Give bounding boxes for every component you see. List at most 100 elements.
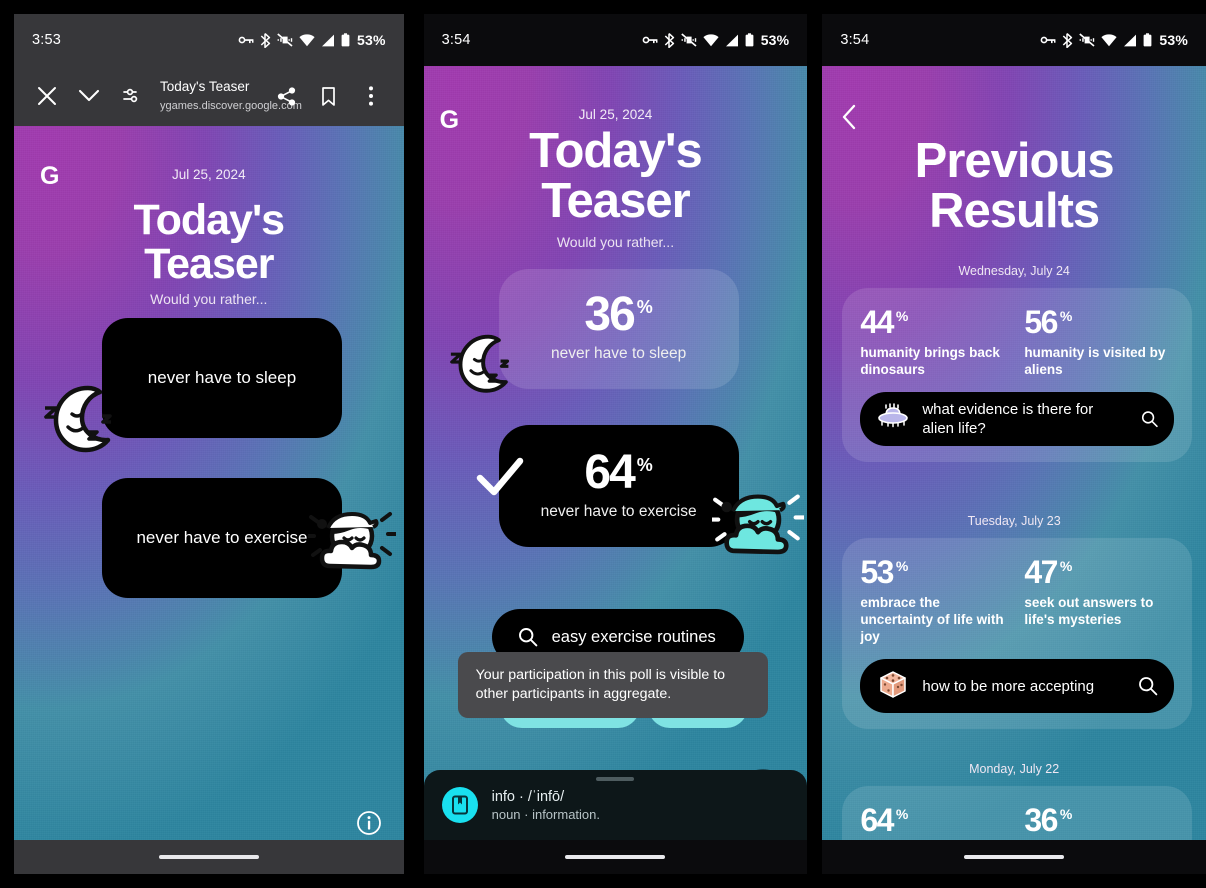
gesture-nav-bar-2 (423, 840, 808, 874)
ringer-vibrate-off-icon (1079, 33, 1095, 47)
bluetooth-icon (664, 32, 674, 48)
dictionary-bottom-sheet[interactable]: info · /ˈinfō/ noun · information. (423, 770, 808, 840)
status-icons: 53% (642, 32, 790, 48)
status-icons: 53% (1040, 32, 1188, 48)
day-label-tue: Tuesday, July 23 (967, 514, 1061, 528)
option-left: 53% embrace the uncertainty of life with… (860, 556, 1010, 645)
search-suggestion-chip-tue[interactable]: how to be more accepting (860, 659, 1175, 713)
percent-right: 47% (1024, 554, 1073, 590)
wifi-icon (299, 33, 315, 46)
bluetooth-icon (260, 32, 271, 48)
battery-percent: 53% (760, 32, 790, 48)
percent-row: 53% embrace the uncertainty of life with… (860, 556, 1174, 645)
sleeping-moon-sticker (42, 378, 124, 461)
search-suggestion-chip-wed[interactable]: what evidence is there for alien life? (860, 392, 1175, 446)
bookmark-icon[interactable] (308, 75, 350, 117)
dictionary-definition: noun · information. (491, 806, 601, 822)
wifi-icon (1101, 33, 1117, 46)
percent-sign: % (636, 455, 653, 475)
option-left-label: embrace the uncertainty of life with joy (860, 595, 1004, 644)
result-percent: 36 (584, 288, 635, 341)
battery-icon (745, 33, 754, 47)
cell-signal-icon (1124, 34, 1137, 46)
search-chip-text: easy exercise routines (551, 627, 716, 646)
tune-page-info-icon[interactable] (110, 75, 152, 117)
vpn-key-icon (1040, 36, 1056, 44)
sheet-drag-handle[interactable] (596, 777, 635, 781)
previous-results-canvas: Previous Results Wednesday, July 24 44% h… (822, 66, 1206, 874)
chevron-down-icon[interactable] (68, 75, 110, 117)
sleeping-cloud-sun-sticker (707, 486, 807, 579)
status-bar-2: 3:54 53% (423, 14, 808, 66)
result-card-sleep[interactable]: 36 % never have to sleep (498, 269, 739, 389)
status-icons: 53% (238, 32, 386, 48)
battery-percent: 53% (356, 32, 386, 48)
percent-sign: % (895, 558, 909, 574)
gesture-pill[interactable] (565, 855, 666, 859)
dice-sticker (876, 668, 910, 704)
battery-icon (1143, 33, 1152, 47)
battery-icon (341, 33, 350, 47)
result-percent-row: 36 % (499, 291, 739, 339)
previous-results-title: Previous Results (914, 134, 1115, 239)
page-title: Today's Teaser (160, 79, 250, 94)
cell-signal-icon (321, 34, 334, 46)
option-right: 56% humanity is visited by aliens (1024, 306, 1174, 378)
share-icon[interactable] (266, 75, 308, 117)
previous-result-card-tue[interactable]: 53% embrace the uncertainty of life with… (842, 538, 1193, 729)
percent-sign: % (1059, 806, 1073, 822)
more-options-icon[interactable] (350, 75, 392, 117)
custom-tab-toolbar: Today's Teaser ygames.discover.google.co… (14, 66, 404, 126)
option-right-label: humanity is visited by aliens (1024, 345, 1166, 377)
option-right: 47% seek out answers to life's mysteries (1024, 556, 1174, 645)
selected-check-icon (476, 456, 524, 505)
result-percent: 64 (584, 446, 635, 499)
answer-option-sleep[interactable]: never have to sleep (102, 318, 342, 438)
gesture-pill[interactable] (964, 855, 1065, 859)
screenshot-stage: 3:53 53% Today's Teaser ygames.discover.… (0, 0, 1206, 888)
vpn-key-icon (238, 36, 254, 44)
option-left: 44% humanity brings back dinosaurs (860, 306, 1010, 378)
close-icon[interactable] (26, 75, 68, 117)
percent-sign: % (1059, 308, 1073, 324)
phone-panel-1: 3:53 53% Today's Teaser ygames.discover.… (14, 14, 404, 874)
phone-panel-2: 3:54 53% G Jul 25, 2024 Today's Teaser Wo… (423, 14, 808, 874)
previous-result-card-wed[interactable]: 44% humanity brings back dinosaurs 56% h… (842, 288, 1193, 462)
status-clock: 3:54 (441, 32, 471, 48)
status-clock: 3:54 (840, 32, 870, 48)
status-bar-1: 3:53 53% (14, 14, 404, 66)
wifi-icon (703, 33, 719, 46)
status-clock: 3:53 (32, 32, 62, 48)
sleeping-cloud-sun-sticker (304, 504, 399, 593)
option-right-label: seek out answers to life's mysteries (1024, 595, 1154, 627)
result-card-exercise[interactable]: 64 % never have to exercise (498, 425, 739, 547)
percent-left: 44% (860, 304, 909, 340)
option-left-label: humanity brings back dinosaurs (860, 345, 1000, 377)
vpn-key-icon (642, 36, 658, 44)
result-label: never have to exercise (540, 503, 697, 520)
ufo-sticker (876, 403, 910, 435)
ringer-vibrate-off-icon (277, 33, 293, 47)
day-label-mon: Monday, July 22 (969, 762, 1060, 776)
result-label: never have to sleep (550, 345, 687, 362)
result-percent-row: 64 % (499, 449, 739, 497)
gesture-pill[interactable] (158, 855, 259, 859)
search-chip-text: what evidence is there for alien life? (922, 401, 1094, 437)
search-icon (1141, 411, 1158, 428)
teaser-subtitle: Would you rather... (556, 234, 675, 250)
percent-sign: % (895, 806, 909, 822)
ringer-vibrate-off-icon (680, 33, 697, 47)
answer-option-exercise[interactable]: never have to exercise (102, 478, 342, 598)
teaser-subtitle: Would you rather... (150, 291, 268, 307)
dictionary-text: info · /ˈinfō/ noun · information. (492, 788, 600, 823)
percent-left: 53% (860, 554, 909, 590)
back-icon[interactable] (840, 104, 868, 132)
bluetooth-icon (1063, 32, 1073, 48)
phone-panel-3: 3:54 53% Previous Results Wednesday, July… (822, 14, 1206, 874)
search-chip-text: how to be more accepting (922, 677, 1095, 695)
percent-right: 56% (1024, 304, 1073, 340)
percent-sign: % (1059, 558, 1073, 574)
status-bar-3: 3:54 53% (822, 14, 1206, 66)
search-icon (1139, 677, 1158, 696)
info-icon[interactable] (356, 810, 382, 836)
